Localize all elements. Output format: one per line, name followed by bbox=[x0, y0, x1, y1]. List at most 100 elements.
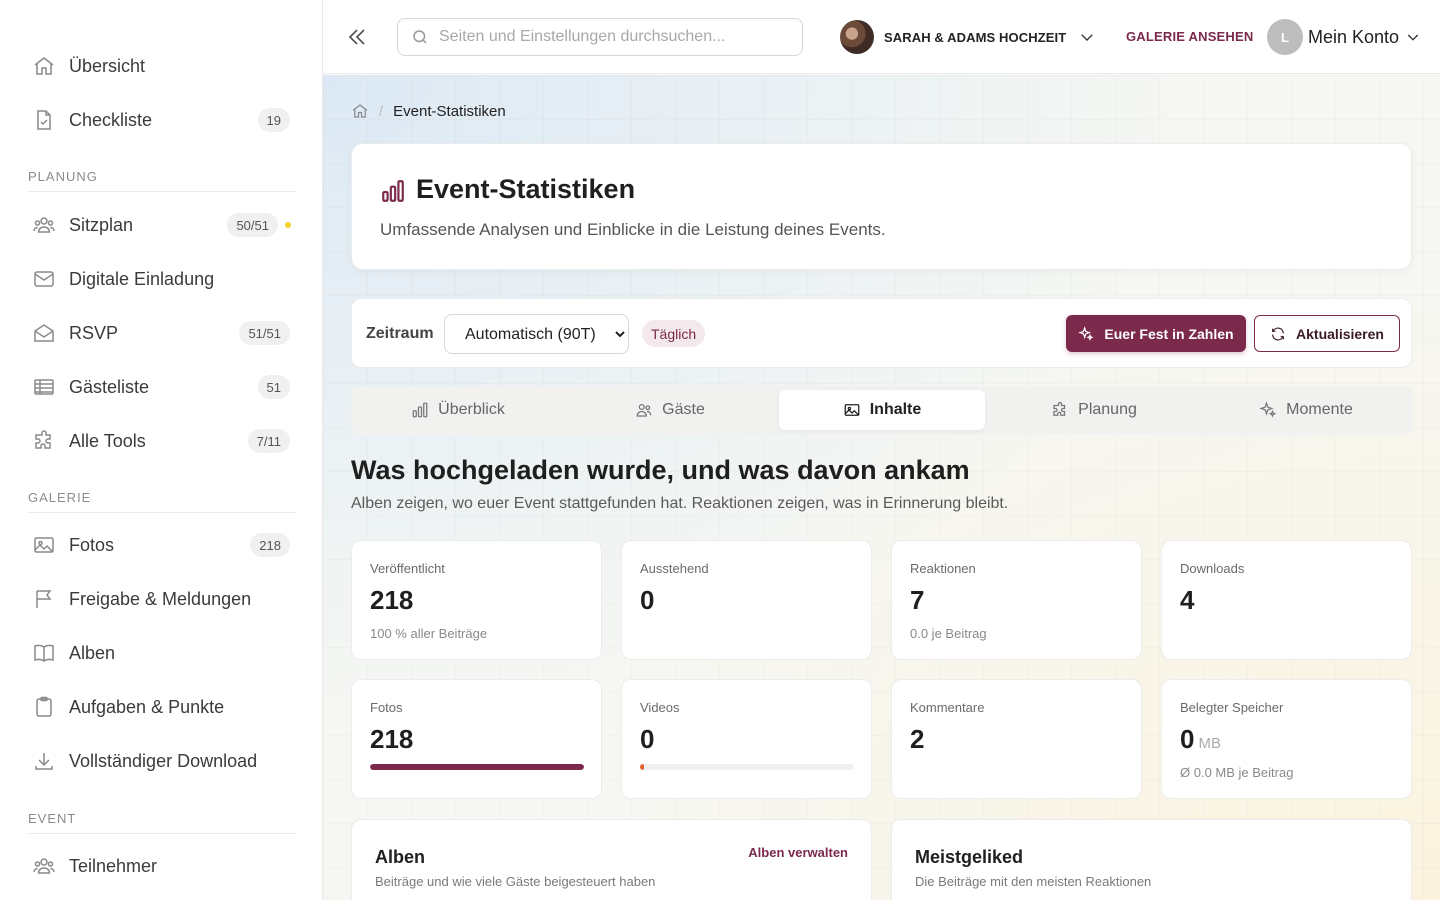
sidebar-item-digitale-einladung[interactable]: Digitale Einladung bbox=[28, 259, 290, 299]
stat-value: 218 bbox=[370, 585, 414, 615]
bar-chart-icon bbox=[411, 401, 429, 419]
book-icon bbox=[32, 641, 56, 665]
panel-title: Alben bbox=[375, 847, 426, 867]
users-icon bbox=[32, 854, 56, 878]
panel-title: Meistgeliked bbox=[915, 847, 1024, 867]
bar-chart-icon bbox=[380, 178, 406, 204]
tab-ueberblick[interactable]: Überblick bbox=[355, 390, 561, 430]
stat-card-videos: Videos 0 bbox=[621, 679, 872, 799]
stat-label: Reaktionen bbox=[910, 561, 976, 576]
period-label: Zeitraum bbox=[366, 325, 434, 342]
fest-in-zahlen-button[interactable]: Euer Fest in Zahlen bbox=[1066, 315, 1246, 352]
breadcrumb-current: Event-Statistiken bbox=[393, 102, 506, 120]
sidebar-item-label: Übersicht bbox=[69, 55, 146, 76]
sidebar-item-alben[interactable]: Alben bbox=[28, 633, 290, 673]
sidebar-item-label: Freigabe & Meldungen bbox=[69, 588, 252, 609]
mail-icon bbox=[32, 267, 56, 291]
view-gallery-link[interactable]: GALERIE ANSEHEN bbox=[1126, 29, 1253, 44]
flag-icon bbox=[32, 587, 56, 611]
period-select[interactable]: Automatisch (90T) bbox=[444, 314, 629, 354]
stat-card-storage: Belegter Speicher 0 MB Ø 0.0 MB je Beitra… bbox=[1161, 679, 1412, 799]
sidebar-section-title: EVENT bbox=[28, 811, 296, 834]
sidebar-item-alle-tools[interactable]: Alle Tools 7/11 bbox=[28, 421, 290, 461]
albums-panel: Alben Beiträge und wie viele Gäste beige… bbox=[351, 819, 872, 900]
sidebar-item-gaesteliste[interactable]: Gästeliste 51 bbox=[28, 367, 290, 407]
count-badge: 51 bbox=[257, 375, 290, 399]
stat-label: Videos bbox=[640, 700, 680, 715]
sidebar-item-vollstaendiger-download[interactable]: Vollständiger Download bbox=[28, 741, 290, 781]
stat-label: Kommentare bbox=[910, 700, 985, 715]
home-icon[interactable] bbox=[351, 102, 369, 120]
sidebar-item-uebersicht[interactable]: Übersicht bbox=[28, 46, 290, 86]
refresh-icon bbox=[1270, 326, 1286, 342]
puzzle-icon bbox=[1051, 401, 1069, 419]
stat-card-photos: Fotos 218 bbox=[351, 679, 602, 799]
event-name: SARAH & ADAMS HOCHZEIT bbox=[884, 29, 1067, 45]
sidebar-item-label: Teilnehmer bbox=[69, 855, 158, 876]
stat-card-downloads: Downloads 4 bbox=[1161, 540, 1412, 660]
sidebar-item-fotos[interactable]: Fotos 218 bbox=[28, 525, 290, 565]
tab-gaeste[interactable]: Gäste bbox=[567, 390, 773, 430]
count-badge: 218 bbox=[250, 533, 290, 557]
stat-label: Veröffentlicht bbox=[370, 561, 445, 576]
frequency-badge[interactable]: Täglich bbox=[642, 320, 706, 347]
refresh-button[interactable]: Aktualisieren bbox=[1254, 315, 1400, 352]
sidebar-item-freigabe-meldungen[interactable]: Freigabe & Meldungen bbox=[28, 579, 290, 619]
image-icon bbox=[843, 401, 861, 419]
clipboard-icon bbox=[32, 695, 56, 719]
sidebar-item-rsvp[interactable]: RSVP 51/51 bbox=[28, 313, 290, 353]
stat-sub: 100 % aller Beiträge bbox=[370, 626, 488, 641]
event-selector[interactable]: SARAH & ADAMS HOCHZEIT bbox=[840, 19, 1096, 55]
avatar: L bbox=[1267, 19, 1303, 55]
section-subtitle: Alben zeigen, wo euer Event stattgefunde… bbox=[351, 495, 1009, 512]
stat-card-comments: Kommentare 2 bbox=[891, 679, 1142, 799]
page-subtitle: Umfassende Analysen und Einblicke in die… bbox=[380, 220, 886, 239]
collapse-sidebar-icon[interactable] bbox=[345, 25, 369, 49]
stat-card-reactions: Reaktionen 7 0.0 je Beitrag bbox=[891, 540, 1142, 660]
tab-planung[interactable]: Planung bbox=[991, 390, 1197, 430]
account-menu[interactable]: L Mein Konto bbox=[1267, 19, 1421, 55]
stats-tabs: Überblick Gäste Inhalte Planung Momente bbox=[351, 386, 1412, 435]
account-label: Mein Konto bbox=[1308, 26, 1400, 47]
sidebar-item-sitzplan[interactable]: Sitzplan 50/51 bbox=[28, 205, 291, 245]
tab-momente[interactable]: Momente bbox=[1203, 390, 1409, 430]
home-icon bbox=[32, 54, 56, 78]
search-input[interactable] bbox=[439, 28, 779, 46]
main-content: / Event-Statistiken Event-Statistiken Um… bbox=[323, 75, 1440, 900]
sidebar: Übersicht Checkliste 19 PLANUNG Sitzplan… bbox=[0, 0, 323, 900]
sparkles-icon bbox=[1259, 401, 1277, 419]
sidebar-item-checkliste[interactable]: Checkliste 19 bbox=[28, 100, 290, 140]
sidebar-item-aufgaben-punkte[interactable]: Aufgaben & Punkte bbox=[28, 687, 290, 727]
stat-value: 7 bbox=[910, 585, 925, 615]
filter-bar: Zeitraum Automatisch (90T) Täglich Euer … bbox=[351, 298, 1412, 368]
progress-fill bbox=[640, 764, 644, 770]
sidebar-item-label: Alle Tools bbox=[69, 430, 146, 451]
tab-label: Inhalte bbox=[869, 401, 922, 418]
topbar: SARAH & ADAMS HOCHZEIT GALERIE ANSEHEN L… bbox=[323, 0, 1440, 74]
sidebar-item-label: Vollständiger Download bbox=[69, 750, 258, 771]
manage-albums-link[interactable]: Alben verwalten bbox=[748, 845, 848, 860]
stat-label: Fotos bbox=[370, 700, 403, 715]
sidebar-item-teilnehmer[interactable]: Teilnehmer bbox=[28, 846, 290, 886]
stat-label: Ausstehend bbox=[640, 561, 709, 576]
sidebar-item-label: Checkliste bbox=[69, 109, 153, 130]
tab-label: Gäste bbox=[662, 401, 705, 418]
progress-bar bbox=[640, 764, 854, 770]
stat-value: 4 bbox=[1180, 585, 1195, 615]
tab-inhalte[interactable]: Inhalte bbox=[779, 390, 985, 430]
download-icon bbox=[32, 749, 56, 773]
event-avatar bbox=[840, 20, 874, 54]
section-title: Was hochgeladen wurde, und was davon ank… bbox=[351, 455, 970, 485]
stat-label: Belegter Speicher bbox=[1180, 700, 1284, 715]
stat-sub: Ø 0.0 MB je Beitrag bbox=[1180, 765, 1294, 780]
button-label: Aktualisieren bbox=[1296, 325, 1384, 342]
table-icon bbox=[32, 375, 56, 399]
mail-open-icon bbox=[32, 321, 56, 345]
sidebar-item-label: Alben bbox=[69, 642, 116, 663]
search-icon bbox=[411, 28, 429, 46]
stat-unit: MB bbox=[1198, 735, 1221, 752]
button-label: Euer Fest in Zahlen bbox=[1104, 325, 1234, 342]
sidebar-section-title: PLANUNG bbox=[28, 169, 296, 192]
stat-card-published: Veröffentlicht 218 100 % aller Beiträge bbox=[351, 540, 602, 660]
search-box bbox=[397, 18, 803, 56]
